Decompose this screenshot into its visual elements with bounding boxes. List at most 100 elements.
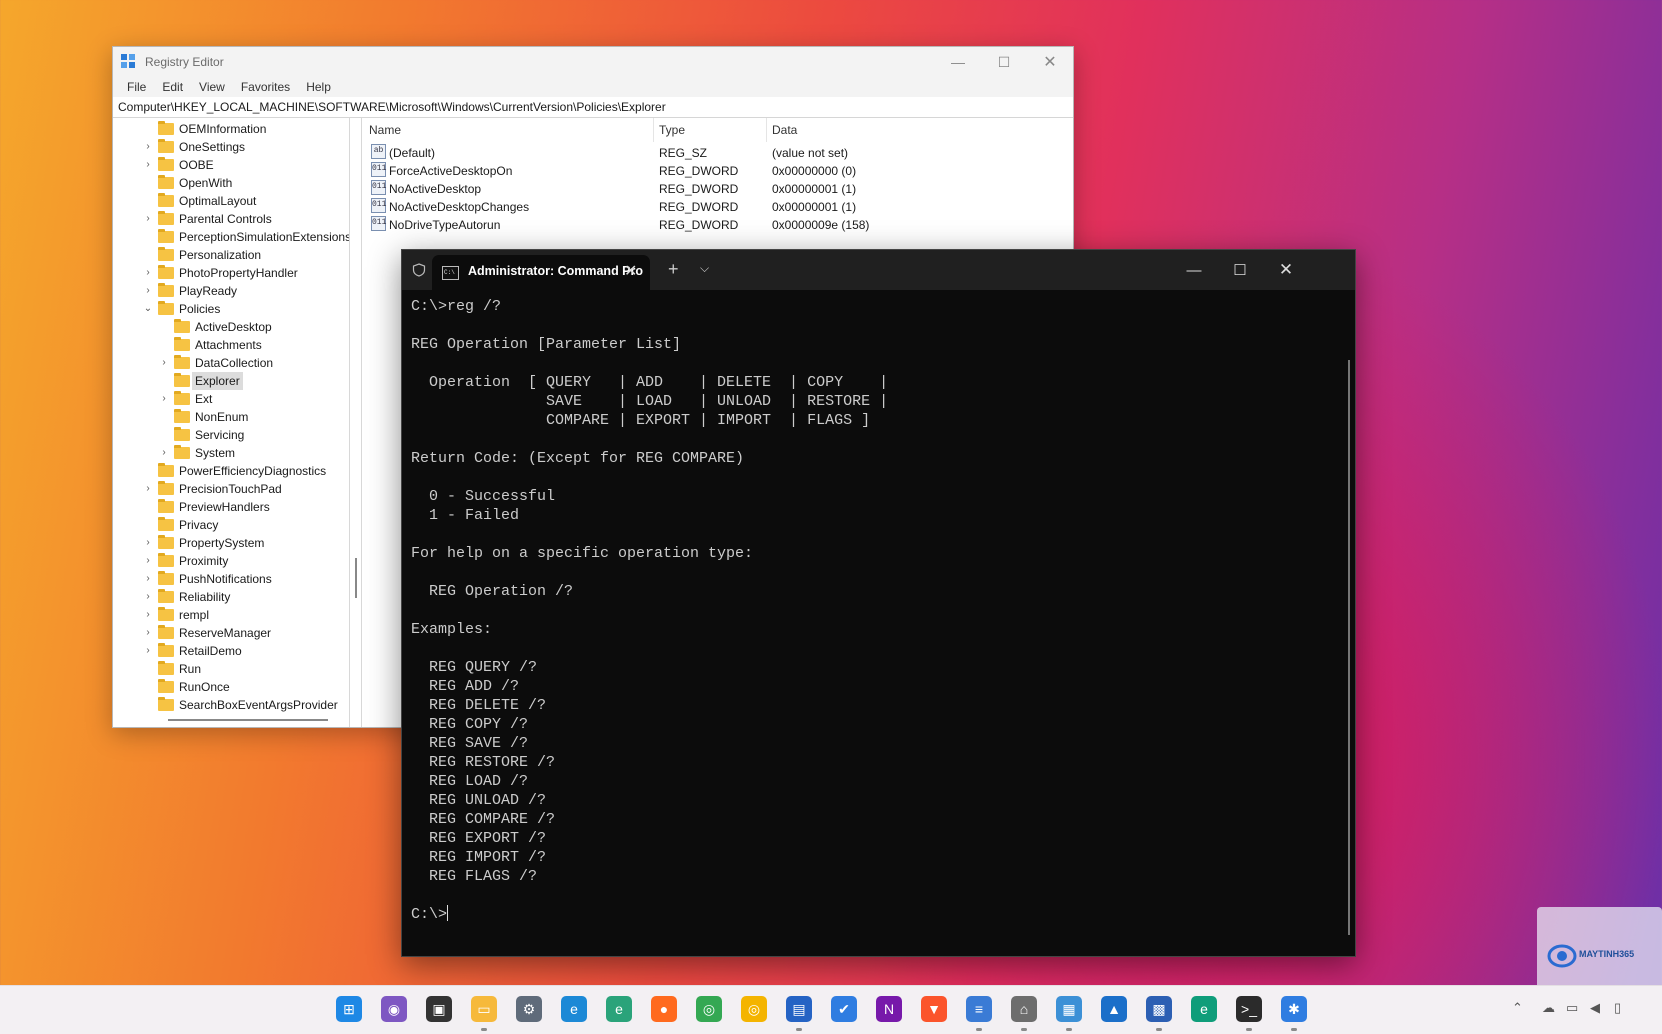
chevron-icon[interactable]: › [142, 480, 154, 498]
brave-icon[interactable]: ▼ [921, 996, 947, 1022]
watermark-globe-icon [1547, 944, 1577, 968]
tree-item-label: PowerEfficiencyDiagnostics [179, 464, 327, 478]
value-row[interactable]: 011 NoActiveDesktopChanges REG_DWORD 0x0000… [363, 198, 1073, 216]
tree-item-label: Ext [195, 392, 213, 406]
tree-item-label: OptimalLayout [179, 194, 257, 208]
new-tab-icon[interactable]: + [668, 259, 679, 280]
terminal-close-icon[interactable]: ✕ [1263, 250, 1309, 290]
terminal-maximize-icon[interactable]: ☐ [1217, 250, 1263, 290]
remote-desktop-icon[interactable]: ▦ [1056, 996, 1082, 1022]
console-line: REG RESTORE /? [411, 754, 556, 771]
folder-icon [158, 607, 174, 621]
value-row[interactable]: ab (Default) REG_SZ (value not set) [363, 144, 1073, 162]
edge-dev-icon[interactable]: e [1191, 996, 1217, 1022]
chevron-icon[interactable]: › [142, 282, 154, 300]
tab-close-icon[interactable]: ✕ [624, 261, 637, 281]
tree-scrollbar[interactable] [351, 118, 362, 727]
chevron-icon[interactable]: › [142, 552, 154, 570]
folder-icon [174, 319, 190, 333]
chevron-icon[interactable]: › [142, 606, 154, 624]
value-row[interactable]: 011 ForceActiveDesktopOn REG_DWORD 0x000000… [363, 162, 1073, 180]
task-view-icon[interactable]: ▣ [426, 996, 452, 1022]
network-tool-icon[interactable]: ⌂ [1011, 996, 1037, 1022]
start-icon[interactable]: ⊞ [336, 996, 362, 1022]
photos-icon[interactable]: ▲ [1101, 996, 1127, 1022]
regedit-titlebar[interactable]: Registry Editor — ☐ ✕ [113, 47, 1073, 77]
store-icon[interactable]: ▤ [786, 996, 812, 1022]
chevron-icon[interactable]: › [142, 138, 154, 156]
value-row[interactable]: 011 NoDriveTypeAutorun REG_DWORD 0x0000009e… [363, 216, 1073, 234]
value-data: 0x00000000 (0) [772, 164, 857, 178]
volume-icon[interactable]: ◀ [1590, 1000, 1600, 1016]
tree-horizontal-scrollbar[interactable] [168, 719, 328, 721]
terminal-titlebar[interactable]: C:\ Administrator: Command Pro ✕ + ⌵ — ☐… [402, 250, 1355, 290]
folder-icon [158, 481, 174, 495]
edge-canary-icon[interactable]: e [606, 996, 632, 1022]
terminal-scrollbar[interactable] [1348, 360, 1350, 935]
folder-icon [158, 643, 174, 657]
tree-scrollbar-thumb[interactable] [355, 558, 357, 598]
settings-icon[interactable]: ⚙ [516, 996, 542, 1022]
console-line: REG ADD /? [411, 678, 520, 695]
tree-item-label: PreviewHandlers [179, 500, 270, 514]
chevron-icon[interactable]: › [158, 444, 170, 462]
menu-file[interactable]: File [119, 77, 154, 97]
chevron-down-icon[interactable]: ⌵ [700, 261, 709, 276]
chevron-icon[interactable]: › [142, 210, 154, 228]
file-explorer-icon[interactable]: ▭ [471, 996, 497, 1022]
chevron-icon[interactable]: › [142, 264, 154, 282]
todo-icon[interactable]: ✔ [831, 996, 857, 1022]
copilot-icon[interactable]: ◉ [381, 996, 407, 1022]
value-row[interactable]: 011 NoActiveDesktop REG_DWORD 0x00000001 (1… [363, 180, 1073, 198]
chevron-icon[interactable]: › [142, 534, 154, 552]
notepad-icon[interactable]: ≡ [966, 996, 992, 1022]
network-icon[interactable]: ▭ [1566, 1000, 1578, 1016]
battery-icon[interactable]: ▯ [1614, 1000, 1621, 1016]
chevron-icon[interactable]: › [142, 570, 154, 588]
value-name: (Default) [389, 146, 436, 160]
address-bar[interactable]: Computer\HKEY_LOCAL_MACHINE\SOFTWARE\Mic… [113, 97, 1073, 118]
console-line: REG EXPORT /? [411, 830, 547, 847]
minimize-icon[interactable]: — [935, 47, 981, 77]
chevron-up-icon[interactable]: ⌃ [1512, 1000, 1523, 1016]
maximize-icon[interactable]: ☐ [981, 47, 1027, 77]
menu-help[interactable]: Help [298, 77, 339, 97]
firefox-icon[interactable]: ● [651, 996, 677, 1022]
chrome-canary-icon[interactable]: ◎ [741, 996, 767, 1022]
chevron-icon[interactable]: › [158, 390, 170, 408]
terminal-icon[interactable]: >_ [1236, 996, 1262, 1022]
menu-view[interactable]: View [191, 77, 233, 97]
regedit-icon[interactable]: ▩ [1146, 996, 1172, 1022]
folder-icon [158, 211, 174, 225]
close-icon[interactable]: ✕ [1027, 47, 1073, 77]
tree-item-label: PrecisionTouchPad [179, 482, 282, 496]
chevron-icon[interactable]: › [142, 624, 154, 642]
registry-key-tree[interactable]: OEMInformation › OneSettings › OOBE OpenWith O… [113, 118, 350, 727]
folder-icon [158, 121, 174, 135]
dev-tool-icon[interactable]: ✱ [1281, 996, 1307, 1022]
chevron-icon[interactable]: › [142, 642, 154, 660]
chevron-icon[interactable]: › [158, 354, 170, 372]
terminal-window[interactable]: C:\ Administrator: Command Pro ✕ + ⌵ — ☐… [401, 249, 1356, 957]
column-header-name[interactable]: Name [363, 118, 654, 142]
tree-item-label: OOBE [179, 158, 214, 172]
value-name: NoActiveDesktopChanges [389, 200, 530, 214]
chevron-icon[interactable]: › [142, 588, 154, 606]
menu-favorites[interactable]: Favorites [233, 77, 298, 97]
console-output[interactable]: C:\>reg /? REG Operation [Parameter List]… [411, 297, 1335, 924]
running-indicator [1246, 1028, 1252, 1031]
tree-item-label: NonEnum [195, 410, 249, 424]
menu-edit[interactable]: Edit [154, 77, 191, 97]
edge-icon[interactable]: e [561, 996, 587, 1022]
terminal-minimize-icon[interactable]: — [1171, 250, 1217, 290]
chevron-icon[interactable]: ⌄ [142, 300, 154, 318]
chevron-icon[interactable]: › [142, 156, 154, 174]
terminal-tab[interactable]: C:\ Administrator: Command Pro ✕ [432, 255, 650, 290]
folder-icon [158, 157, 174, 171]
column-header-data[interactable]: Data [766, 118, 972, 142]
onenote-icon[interactable]: N [876, 996, 902, 1022]
cloud-icon[interactable]: ☁ [1542, 1000, 1555, 1016]
column-header-type[interactable]: Type [653, 118, 767, 142]
console-prompt-line[interactable]: C:\> [411, 905, 1335, 924]
chrome-icon[interactable]: ◎ [696, 996, 722, 1022]
